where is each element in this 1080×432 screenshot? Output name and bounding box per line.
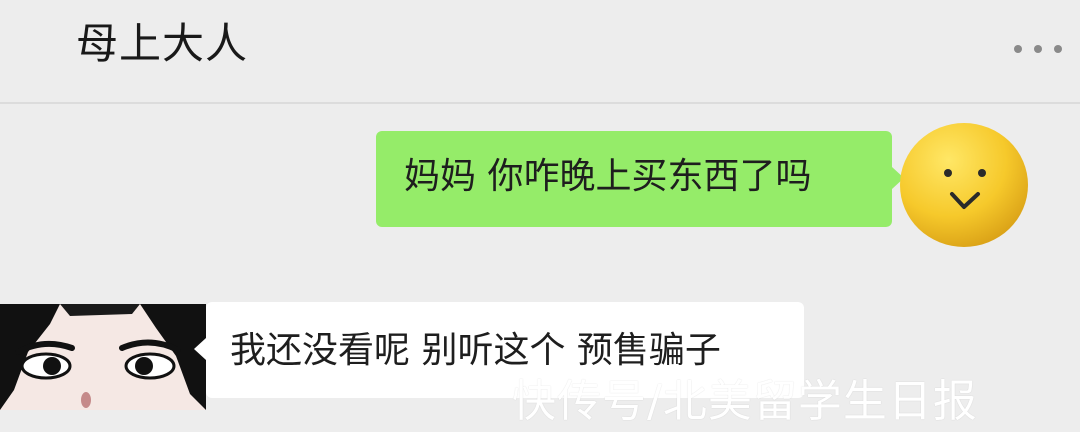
more-dot-icon [1034,45,1042,53]
watermark: 快传号/北美留学生日报 [512,376,978,427]
more-options-button[interactable] [1014,34,1062,64]
outgoing-message-bubble[interactable]: 妈妈 你咋晚上买东西了吗 [376,131,904,227]
mom-avatar[interactable] [0,304,206,410]
chat-header: 母上大人 [0,0,1080,104]
chat-title: 母上大人 [76,19,249,68]
cartoon-face-icon [0,304,206,410]
message-text: 我还没看呢 别听这个 预售骗子 [230,330,721,371]
smiley-emoji-icon [900,123,1028,247]
more-dot-icon [1054,45,1062,53]
my-avatar[interactable] [898,117,1030,249]
message-text: 妈妈 你咋晚上买东西了吗 [404,156,812,197]
more-dot-icon [1014,45,1022,53]
